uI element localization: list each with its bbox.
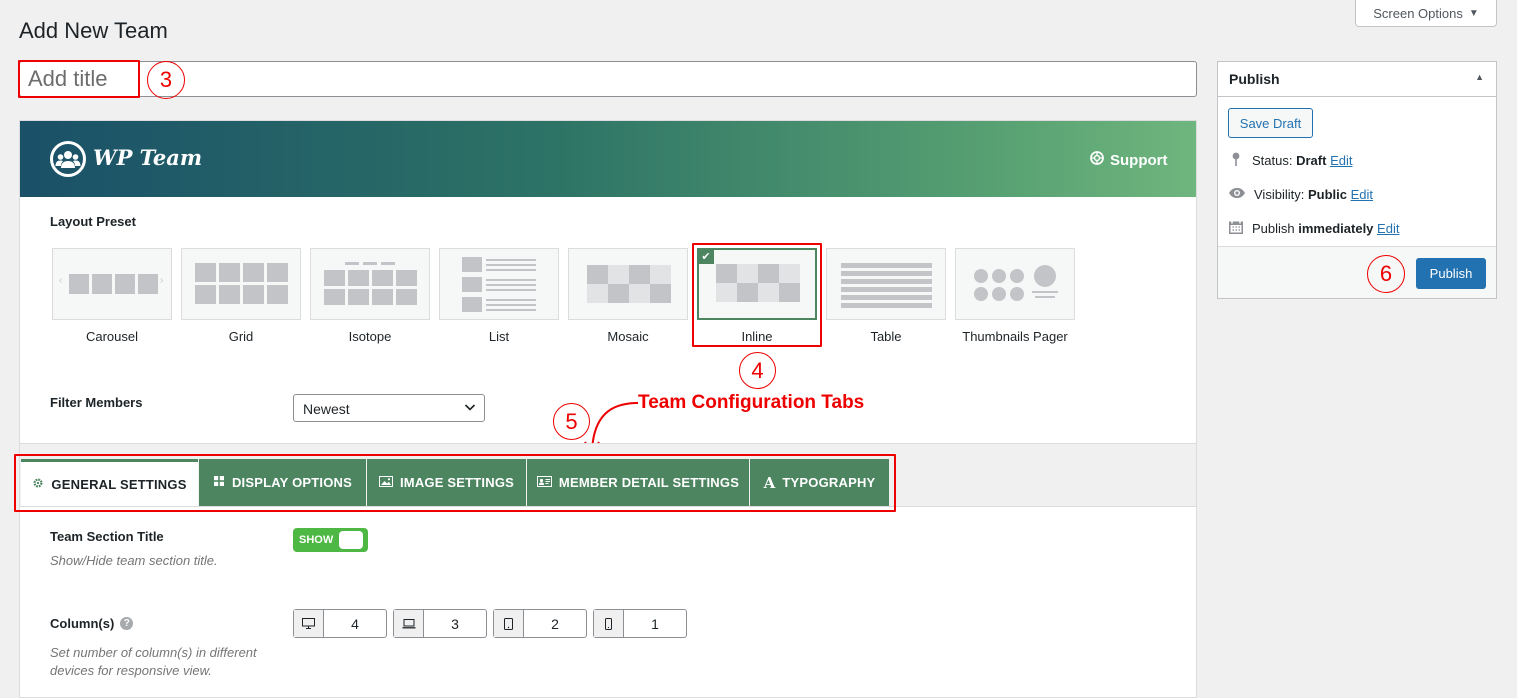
eye-icon — [1228, 185, 1246, 204]
save-draft-button[interactable]: Save Draft — [1228, 108, 1313, 138]
publish-button[interactable]: Publish — [1416, 258, 1486, 289]
publish-header[interactable]: Publish ▲ — [1217, 61, 1497, 97]
chevron-right-icon: › — [160, 275, 164, 286]
preset-label: Mosaic — [607, 329, 649, 344]
laptop-icon — [394, 610, 424, 637]
annotation-number-4: 4 — [739, 352, 776, 389]
support-link[interactable]: Support — [1090, 151, 1168, 169]
preset-label: Isotope — [348, 329, 392, 344]
publish-title: Publish — [1229, 71, 1280, 87]
preset-label: Table — [870, 329, 902, 344]
calendar-icon — [1228, 219, 1244, 238]
publish-value: immediately — [1298, 221, 1374, 236]
filter-members-select[interactable]: Newest — [293, 394, 485, 422]
page-title: Add New Team — [19, 18, 168, 43]
support-label: Support — [1110, 151, 1168, 169]
schedule-row: Publish immediately Edit — [1228, 219, 1399, 238]
preset-label: Grid — [228, 329, 254, 344]
toggle-label: SHOW — [299, 534, 334, 546]
section-title-toggle[interactable]: SHOW — [293, 528, 368, 552]
columns-desc-line2: devices for responsive view. — [50, 663, 212, 678]
help-icon[interactable]: ? — [120, 617, 134, 630]
screen-options-label: Screen Options — [1373, 5, 1463, 21]
columns-desktop-value[interactable]: 4 — [324, 610, 386, 637]
preset-table[interactable] — [826, 248, 946, 320]
preset-label: List — [488, 329, 510, 344]
screen-options-button[interactable]: Screen Options ▼ — [1355, 0, 1497, 27]
layout-preset-label: Layout Preset — [50, 214, 136, 229]
columns-tablet-field[interactable]: 2 — [493, 609, 587, 638]
edit-schedule-link[interactable]: Edit — [1377, 221, 1399, 236]
preset-mosaic[interactable] — [568, 248, 688, 320]
chevron-left-icon: ‹ — [59, 275, 63, 286]
columns-label-row: Column(s) ? — [50, 616, 134, 631]
status-row: Status: Draft Edit — [1228, 151, 1352, 170]
columns-laptop-value[interactable]: 3 — [424, 610, 486, 637]
collapse-arrow-icon[interactable]: ▲ — [1475, 72, 1484, 82]
team-section-title-label: Team Section Title — [50, 529, 164, 544]
mobile-icon — [594, 610, 624, 637]
annotation-number-3: 3 — [147, 61, 185, 99]
visibility-row: Visibility: Public Edit — [1228, 185, 1373, 204]
annotation-box-inline — [692, 243, 822, 347]
lifebuoy-icon — [1090, 151, 1104, 169]
columns-desktop-field[interactable]: 4 — [293, 609, 387, 638]
columns-tablet-value[interactable]: 2 — [524, 610, 586, 637]
annotation-box-title — [18, 60, 140, 98]
filter-members-label: Filter Members — [50, 395, 143, 410]
caret-down-icon: ▼ — [1468, 7, 1479, 19]
wp-team-logo-text: WP Team — [93, 145, 203, 170]
edit-visibility-link[interactable]: Edit — [1351, 187, 1373, 202]
preset-isotope[interactable] — [310, 248, 430, 320]
filter-members-value: Newest — [303, 401, 350, 417]
status-label: Status: — [1252, 153, 1293, 168]
columns-mobile-value[interactable]: 1 — [624, 610, 686, 637]
chevron-down-icon — [464, 400, 476, 417]
team-section-title-desc: Show/Hide team section title. — [50, 553, 218, 568]
preset-list[interactable] — [439, 248, 559, 320]
title-input[interactable] — [19, 61, 1197, 97]
desktop-icon — [294, 610, 324, 637]
team-config-tabs-annotation: Team Configuration Tabs — [638, 392, 865, 413]
preset-grid[interactable] — [181, 248, 301, 320]
columns-label: Column(s) — [50, 616, 115, 631]
annotation-number-6: 6 — [1367, 255, 1405, 293]
pin-icon — [1228, 151, 1244, 170]
columns-desc-line1: Set number of column(s) in different — [50, 645, 257, 660]
visibility-label: Visibility: — [1254, 187, 1305, 202]
preset-label: Carousel — [85, 329, 139, 344]
preset-thumbnails-pager[interactable] — [955, 248, 1075, 320]
annotation-box-tabs — [14, 454, 896, 512]
team-logo-icon — [50, 141, 86, 177]
visibility-value: Public — [1307, 187, 1347, 202]
tablet-icon — [494, 610, 524, 637]
columns-laptop-field[interactable]: 3 — [393, 609, 487, 638]
preset-label: Thumbnails Pager — [962, 329, 1068, 344]
toggle-knob — [339, 531, 363, 549]
status-value: Draft — [1296, 153, 1327, 168]
preset-carousel[interactable]: ‹ › — [52, 248, 172, 320]
publish-label: Publish — [1252, 221, 1295, 236]
columns-mobile-field[interactable]: 1 — [593, 609, 687, 638]
edit-status-link[interactable]: Edit — [1330, 153, 1352, 168]
